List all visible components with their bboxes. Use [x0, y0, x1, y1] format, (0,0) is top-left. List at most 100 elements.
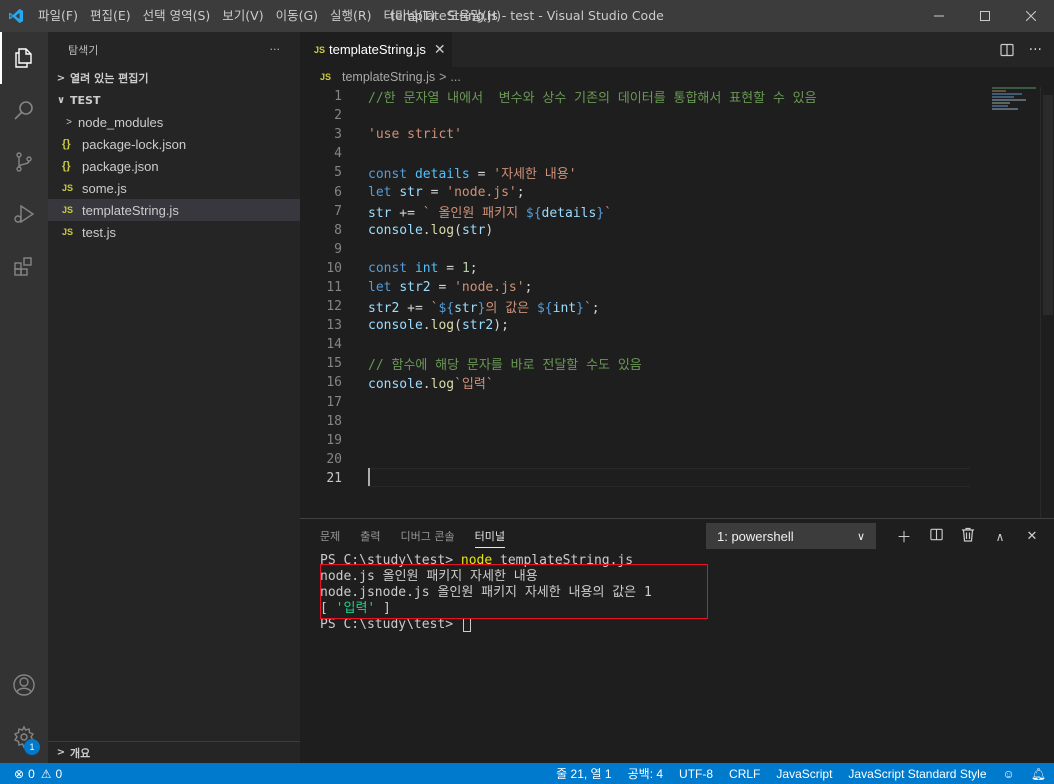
error-icon: ⊗ — [14, 766, 25, 781]
maximize-button[interactable] — [962, 0, 1008, 32]
tree-item-label: node_modules — [78, 114, 164, 130]
tab-problems[interactable]: 문제 — [320, 519, 340, 554]
menu-bar: 파일(F) 편집(E) 선택 영역(S) 보기(V) 이동(G) 실행(R) 터… — [32, 0, 507, 32]
close-window-button[interactable] — [1008, 0, 1054, 32]
split-terminal-icon[interactable] — [920, 527, 952, 546]
code-line: str += ` 올인원 패키지 ${details}` — [368, 205, 612, 221]
tab-templatestring-js[interactable]: JS templateString.js ✕ — [300, 32, 452, 67]
indentation[interactable]: 공백: 4 — [620, 765, 671, 782]
formatter[interactable]: JavaScript Standard Style — [840, 767, 994, 781]
line-number: 21 — [326, 470, 342, 486]
cursor-position[interactable]: 줄 21, 열 1 — [548, 765, 619, 782]
problems-status[interactable]: ⊗ 0 ⚠ 0 — [0, 767, 62, 781]
tree-item-templatestring-js[interactable]: JS templateString.js — [48, 199, 300, 221]
menu-help[interactable]: 도움말(H) — [441, 0, 507, 32]
menu-view[interactable]: 보기(V) — [216, 0, 269, 32]
search-icon[interactable] — [0, 84, 48, 136]
line-number: 7 — [334, 203, 342, 219]
code-line: //한 문자열 내에서 변수와 상수 기존의 데이터를 통합해서 표현할 수 있… — [368, 91, 817, 107]
tab-terminal[interactable]: 터미널 — [474, 519, 506, 554]
window-controls — [916, 0, 1054, 32]
more-actions-icon[interactable]: ··· — [270, 43, 281, 56]
current-line-highlight — [368, 468, 970, 487]
source-control-icon[interactable] — [0, 136, 48, 188]
extensions-icon[interactable] — [0, 240, 48, 292]
line-number: 4 — [334, 146, 342, 162]
terminal-output[interactable]: PS C:\study\test> node templateString.js… — [320, 553, 1040, 633]
menu-terminal[interactable]: 터미널(T) — [378, 0, 442, 32]
line-number: 16 — [326, 375, 342, 391]
code-line: const int = 1; — [368, 260, 478, 276]
outline-label: 개요 — [70, 746, 91, 760]
bottom-panel: 문제 출력 디버그 콘솔 터미널 1: powershell ∨ ＋ ∧ ✕ P… — [300, 518, 1054, 763]
code-editor[interactable]: 1 //한 문자열 내에서 변수와 상수 기존의 데이터를 통합해서 표현할 수 … — [300, 87, 1040, 488]
tree-item-some-js[interactable]: JS some.js — [48, 177, 300, 199]
js-file-icon: JS — [314, 44, 326, 55]
terminal-cursor — [462, 617, 471, 632]
terminal-select[interactable]: 1: powershell ∨ — [706, 523, 876, 549]
line-number: 15 — [326, 356, 342, 372]
breadcrumb: JS templateString.js > ... — [300, 67, 1054, 87]
line-number: 18 — [326, 413, 342, 429]
js-file-icon: JS — [62, 227, 74, 237]
menu-go[interactable]: 이동(G) — [270, 0, 324, 32]
line-number: 17 — [326, 394, 342, 410]
open-editors-section[interactable]: > 열려 있는 편집기 — [48, 67, 300, 89]
line-number: 13 — [326, 318, 342, 334]
explorer-sidebar: 탐색기 ··· > 열려 있는 편집기 ∨ TEST > node_module… — [48, 32, 300, 763]
trash-icon[interactable] — [952, 527, 984, 546]
js-file-icon: JS — [62, 205, 74, 215]
panel-header: 문제 출력 디버그 콘솔 터미널 1: powershell ∨ ＋ ∧ ✕ — [300, 519, 1054, 554]
outline-section[interactable]: > 개요 — [48, 741, 300, 763]
line-number: 19 — [326, 432, 342, 448]
tree-item-package-lock[interactable]: {} package-lock.json — [48, 133, 300, 155]
code-line: console.log(str2); — [368, 318, 509, 334]
explorer-header: 탐색기 ··· — [48, 32, 300, 67]
line-number: 12 — [326, 299, 342, 315]
tab-output[interactable]: 출력 — [360, 519, 380, 554]
run-debug-icon[interactable] — [0, 188, 48, 240]
explorer-icon[interactable] — [0, 32, 48, 84]
folder-section[interactable]: ∨ TEST — [48, 89, 300, 111]
menu-selection[interactable]: 선택 영역(S) — [137, 0, 217, 32]
end-of-line[interactable]: CRLF — [721, 767, 768, 781]
accounts-icon[interactable] — [0, 659, 48, 711]
tree-item-test-js[interactable]: JS test.js — [48, 221, 300, 243]
tree-item-package-json[interactable]: {} package.json — [48, 155, 300, 177]
menu-file[interactable]: 파일(F) — [32, 0, 84, 32]
menu-run[interactable]: 실행(R) — [324, 0, 377, 32]
close-panel-icon[interactable]: ✕ — [1016, 529, 1048, 544]
notifications-bell-icon[interactable]: 🔔︎ — [1023, 767, 1054, 781]
split-editor-icon[interactable] — [999, 42, 1015, 58]
menu-edit[interactable]: 편집(E) — [84, 0, 137, 32]
minimap[interactable] — [992, 87, 1038, 127]
json-file-icon: {} — [62, 160, 71, 172]
code-line: const details = '자세한 내용' — [368, 167, 577, 183]
maximize-panel-icon[interactable]: ∧ — [984, 530, 1016, 544]
editor-scrollbar[interactable] — [1040, 87, 1054, 518]
language-mode[interactable]: JavaScript — [768, 767, 840, 781]
tab-debug-console[interactable]: 디버그 콘솔 — [401, 519, 455, 554]
more-actions-icon[interactable]: ··· — [1029, 42, 1042, 58]
text-cursor — [368, 468, 370, 486]
tab-label: templateString.js — [329, 42, 426, 57]
feedback-icon[interactable]: ☺ — [995, 767, 1023, 781]
breadcrumb-file[interactable]: templateString.js — [342, 70, 435, 84]
editor-actions: ··· — [999, 32, 1042, 67]
chevron-right-icon: > — [66, 116, 72, 128]
line-number: 6 — [334, 184, 342, 200]
activity-bar: 1 — [0, 32, 48, 763]
tree-item-node-modules[interactable]: > node_modules — [48, 111, 300, 133]
close-icon[interactable]: ✕ — [434, 41, 446, 58]
highlight-box — [320, 564, 708, 619]
encoding[interactable]: UTF-8 — [671, 767, 721, 781]
scrollbar-thumb[interactable] — [1043, 95, 1053, 315]
json-file-icon: {} — [62, 138, 71, 150]
manage-gear-icon[interactable]: 1 — [0, 711, 48, 763]
line-number: 11 — [326, 279, 342, 295]
open-editors-label: 열려 있는 편집기 — [70, 72, 149, 85]
explorer-title: 탐색기 — [68, 43, 99, 57]
new-terminal-icon[interactable]: ＋ — [888, 526, 920, 547]
minimize-button[interactable] — [916, 0, 962, 32]
breadcrumb-more[interactable]: ... — [450, 70, 460, 84]
